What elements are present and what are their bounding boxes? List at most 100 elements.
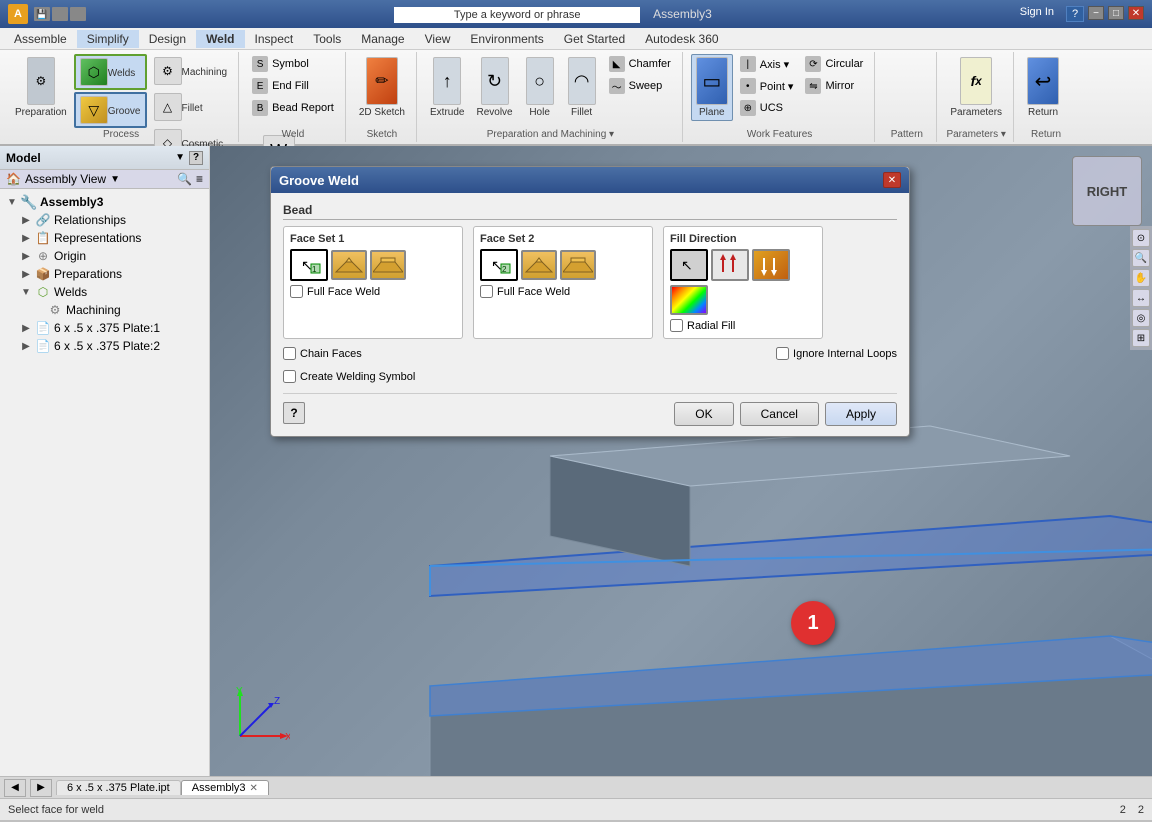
tree-item-plate2[interactable]: ▶ 📄 6 x .5 x .375 Plate:2 (4, 337, 205, 355)
undo-btn[interactable] (52, 7, 68, 21)
expand-origin[interactable]: ▶ (20, 250, 32, 262)
menu-tools[interactable]: Tools (303, 30, 351, 48)
menu-manage[interactable]: Manage (351, 30, 414, 48)
tree-item-origin[interactable]: ▶ ⊕ Origin (4, 247, 205, 265)
title-search[interactable]: Type a keyword or phrase (394, 7, 641, 23)
bottom-tab-assembly3[interactable]: Assembly3 ✕ (181, 780, 269, 795)
symbol-btn[interactable]: S Symbol (247, 54, 314, 74)
chain-faces-checkbox[interactable] (283, 347, 296, 360)
close-btn[interactable]: ✕ (1128, 6, 1144, 20)
vp-tool-4[interactable]: ↔ (1132, 289, 1150, 307)
vp-tool-3[interactable]: ✋ (1132, 269, 1150, 287)
assembly-view-search[interactable]: 🔍 (177, 172, 192, 186)
expand-assembly3[interactable]: ▼ (6, 196, 18, 208)
face-set-1-icon-2[interactable] (370, 250, 406, 280)
assembly-view-filter[interactable]: ≡ (196, 172, 203, 186)
menu-design[interactable]: Design (139, 30, 196, 48)
maximize-btn[interactable]: □ (1108, 6, 1124, 20)
2d-sketch-btn[interactable]: ✏ 2D Sketch (354, 54, 410, 121)
nav-cube[interactable]: RIGHT (1072, 156, 1142, 226)
tree-item-assembly3[interactable]: ▼ 🔧 Assembly3 (4, 193, 205, 211)
viewport[interactable]: RIGHT ⊙ 🔍 ✋ ↔ ◎ ⊞ X Y Z (210, 146, 1152, 776)
welds-btn[interactable]: ⬡ Welds (74, 54, 147, 90)
vp-tool-6[interactable]: ⊞ (1132, 329, 1150, 347)
face-set-2-icon-2[interactable] (560, 250, 596, 280)
hole-btn[interactable]: ○ Hole (520, 54, 560, 121)
menu-assemble[interactable]: Assemble (4, 30, 77, 48)
menu-environments[interactable]: Environments (460, 30, 553, 48)
radial-fill-checkbox[interactable] (670, 319, 683, 332)
expand-preparations[interactable]: ▶ (20, 268, 32, 280)
ok-btn[interactable]: OK (674, 402, 733, 426)
point-btn[interactable]: • Point ▾ (735, 76, 799, 96)
tab-nav-left[interactable]: ◀ (4, 779, 26, 797)
menu-autodesk-360[interactable]: Autodesk 360 (635, 30, 728, 48)
revolve-btn[interactable]: ↻ Revolve (471, 54, 517, 121)
fillet2-btn[interactable]: ◠ Fillet (562, 54, 602, 121)
face-set-2-select-btn[interactable]: ↖ 2 (480, 249, 518, 281)
extrude-btn[interactable]: ↑ Extrude (425, 54, 469, 121)
sign-in-btn[interactable]: Sign In (1020, 6, 1054, 22)
axis-btn[interactable]: | Axis ▾ (735, 54, 799, 74)
plane-btn[interactable]: ▭ Plane (691, 54, 733, 121)
tree-item-welds[interactable]: ▼ ⬡ Welds (4, 283, 205, 301)
expand-representations[interactable]: ▶ (20, 232, 32, 244)
return-btn[interactable]: ↩ Return (1022, 54, 1064, 121)
tree-item-preparations[interactable]: ▶ 📦 Preparations (4, 265, 205, 283)
fill-dir-2-btn[interactable] (752, 249, 790, 281)
sidebar-help-icon[interactable]: ? (189, 151, 203, 165)
save-btn[interactable]: 💾 (34, 7, 50, 21)
face-set-1-icon-1[interactable] (331, 250, 367, 280)
tab-nav-right[interactable]: ▶ (30, 779, 52, 797)
dialog-close-btn[interactable]: ✕ (883, 172, 901, 188)
help-btn[interactable]: ? (1066, 6, 1084, 22)
vp-tool-2[interactable]: 🔍 (1132, 249, 1150, 267)
groove-btn[interactable]: ▽ Groove (74, 92, 147, 128)
model-dropdown-icon[interactable]: ▼ (175, 152, 185, 163)
face-set-1-select-btn[interactable]: ↖ 1 (290, 249, 328, 281)
ignore-loops-checkbox[interactable] (776, 347, 789, 360)
bottom-tab-plate[interactable]: 6 x .5 x .375 Plate.ipt (56, 780, 181, 795)
assembly-view-dropdown[interactable]: ▼ (110, 174, 120, 185)
full-face-weld-2-checkbox[interactable] (480, 285, 493, 298)
bead-report-btn[interactable]: B Bead Report (247, 98, 339, 118)
ucs-btn[interactable]: ⊕ UCS (735, 98, 799, 118)
dialog-help-btn[interactable]: ? (283, 402, 305, 424)
fillet-btn[interactable]: △ Fillet (149, 90, 233, 124)
fill-dir-1-btn[interactable] (711, 249, 749, 281)
parameters-btn[interactable]: fx Parameters (945, 54, 1007, 121)
vp-tool-1[interactable]: ⊙ (1132, 229, 1150, 247)
assembly-view-label[interactable]: Assembly View (25, 172, 106, 186)
cancel-btn[interactable]: Cancel (740, 402, 819, 426)
tree-item-machining[interactable]: ⚙ Machining (4, 301, 205, 319)
full-face-weld-1-checkbox[interactable] (290, 285, 303, 298)
tree-item-plate1[interactable]: ▶ 📄 6 x .5 x .375 Plate:1 (4, 319, 205, 337)
menu-view[interactable]: View (415, 30, 461, 48)
menu-inspect[interactable]: Inspect (245, 30, 304, 48)
menu-get-started[interactable]: Get Started (554, 30, 635, 48)
expand-plate2[interactable]: ▶ (20, 340, 32, 352)
quick-access[interactable]: 💾 (34, 7, 86, 21)
fill-dir-rainbow-btn[interactable] (670, 285, 708, 315)
apply-btn[interactable]: Apply (825, 402, 897, 426)
expand-welds[interactable]: ▼ (20, 286, 32, 298)
machining-btn[interactable]: ⚙ Machining (149, 54, 233, 88)
chamfer-btn[interactable]: ◣ Chamfer (604, 54, 676, 74)
menu-simplify[interactable]: Simplify (77, 30, 139, 48)
vp-tool-5[interactable]: ◎ (1132, 309, 1150, 327)
bottom-tab-close-icon[interactable]: ✕ (250, 783, 258, 794)
create-weld-symbol-checkbox[interactable] (283, 370, 296, 383)
face-set-2-icon-1[interactable] (521, 250, 557, 280)
expand-machining[interactable] (32, 304, 44, 316)
sweep-btn[interactable]: 〜 Sweep (604, 76, 676, 96)
redo-btn[interactable] (70, 7, 86, 21)
tree-item-representations[interactable]: ▶ 📋 Representations (4, 229, 205, 247)
end-fill-btn[interactable]: E End Fill (247, 76, 314, 96)
preparation-btn[interactable]: ⚙ Preparation (10, 54, 72, 121)
expand-relationships[interactable]: ▶ (20, 214, 32, 226)
expand-plate1[interactable]: ▶ (20, 322, 32, 334)
minimize-btn[interactable]: − (1088, 6, 1104, 20)
circular-btn[interactable]: ⟳ Circular (800, 54, 868, 74)
tree-item-relationships[interactable]: ▶ 🔗 Relationships (4, 211, 205, 229)
fill-dir-cursor-btn[interactable]: ↖ (670, 249, 708, 281)
